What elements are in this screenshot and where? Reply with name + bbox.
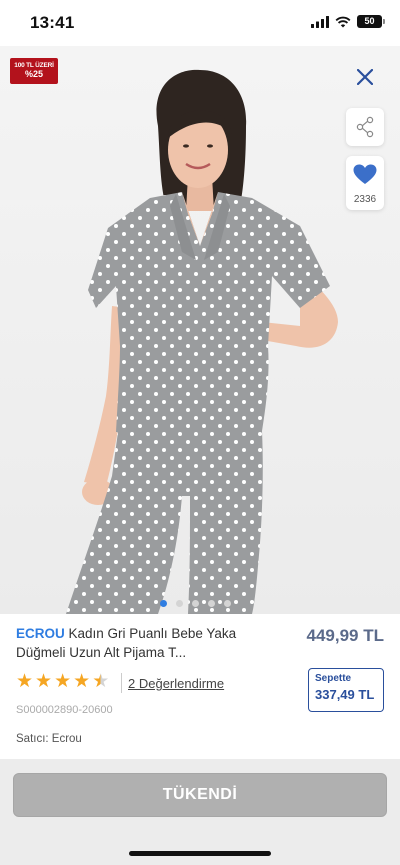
- promo-badge-line1: 100 TL ÜZERİ: [14, 62, 54, 69]
- gallery-dot[interactable]: [192, 600, 199, 607]
- wifi-icon: [335, 16, 351, 27]
- basket-price-value: 337,49 TL: [315, 687, 375, 702]
- gallery-pagination: [160, 600, 231, 607]
- basket-price-box: Sepette 337,49 TL: [308, 668, 384, 712]
- close-button[interactable]: [352, 64, 378, 90]
- product-sku: S000002890-20600: [16, 704, 113, 716]
- gallery-dot-active[interactable]: [160, 600, 167, 607]
- basket-price-label: Sepette: [315, 673, 352, 684]
- star-full-icon: ★: [16, 671, 34, 692]
- share-button[interactable]: [346, 108, 384, 146]
- favorite-button[interactable]: 2336: [346, 156, 384, 210]
- gallery-dot[interactable]: [176, 600, 183, 607]
- rating-stars: ★ ★ ★ ★ ★: [16, 672, 109, 692]
- gallery-dot[interactable]: [224, 600, 231, 607]
- battery-icon: 50: [357, 15, 385, 28]
- promo-badge: 100 TL ÜZERİ %25: [10, 58, 58, 84]
- share-icon: [356, 116, 374, 138]
- star-half-icon: ★: [92, 671, 110, 692]
- product-photo: [0, 46, 400, 614]
- product-image-gallery[interactable]: 100 TL ÜZERİ %25 2336: [0, 46, 400, 614]
- favorite-count: 2336: [353, 194, 377, 205]
- promo-badge-line2: %25: [24, 69, 43, 79]
- star-full-icon: ★: [54, 671, 72, 692]
- rating-divider: [121, 673, 122, 693]
- reviews-link[interactable]: 2 Değerlendirme: [128, 676, 224, 691]
- seller-info[interactable]: Satıcı: Ecrou: [16, 733, 82, 745]
- close-icon: [357, 69, 373, 85]
- home-indicator: [129, 851, 271, 856]
- product-info: ECROU Kadın Gri Puanlı Bebe Yaka Düğmeli…: [0, 614, 400, 759]
- gallery-dot[interactable]: [208, 600, 215, 607]
- status-bar: 13:41 50: [0, 0, 400, 46]
- status-icons: 50: [311, 15, 385, 28]
- signal-icon: [311, 15, 329, 28]
- heart-icon: [353, 164, 377, 184]
- product-price: 449,99 TL: [306, 626, 385, 645]
- star-full-icon: ★: [73, 671, 91, 692]
- bottom-action-bar: TÜKENDİ: [0, 759, 400, 865]
- product-title[interactable]: ECROU Kadın Gri Puanlı Bebe Yaka Düğmeli…: [16, 624, 266, 662]
- sold-out-button[interactable]: TÜKENDİ: [13, 773, 387, 817]
- brand-name[interactable]: ECROU: [16, 626, 65, 641]
- status-time: 13:41: [30, 13, 75, 32]
- star-full-icon: ★: [35, 671, 53, 692]
